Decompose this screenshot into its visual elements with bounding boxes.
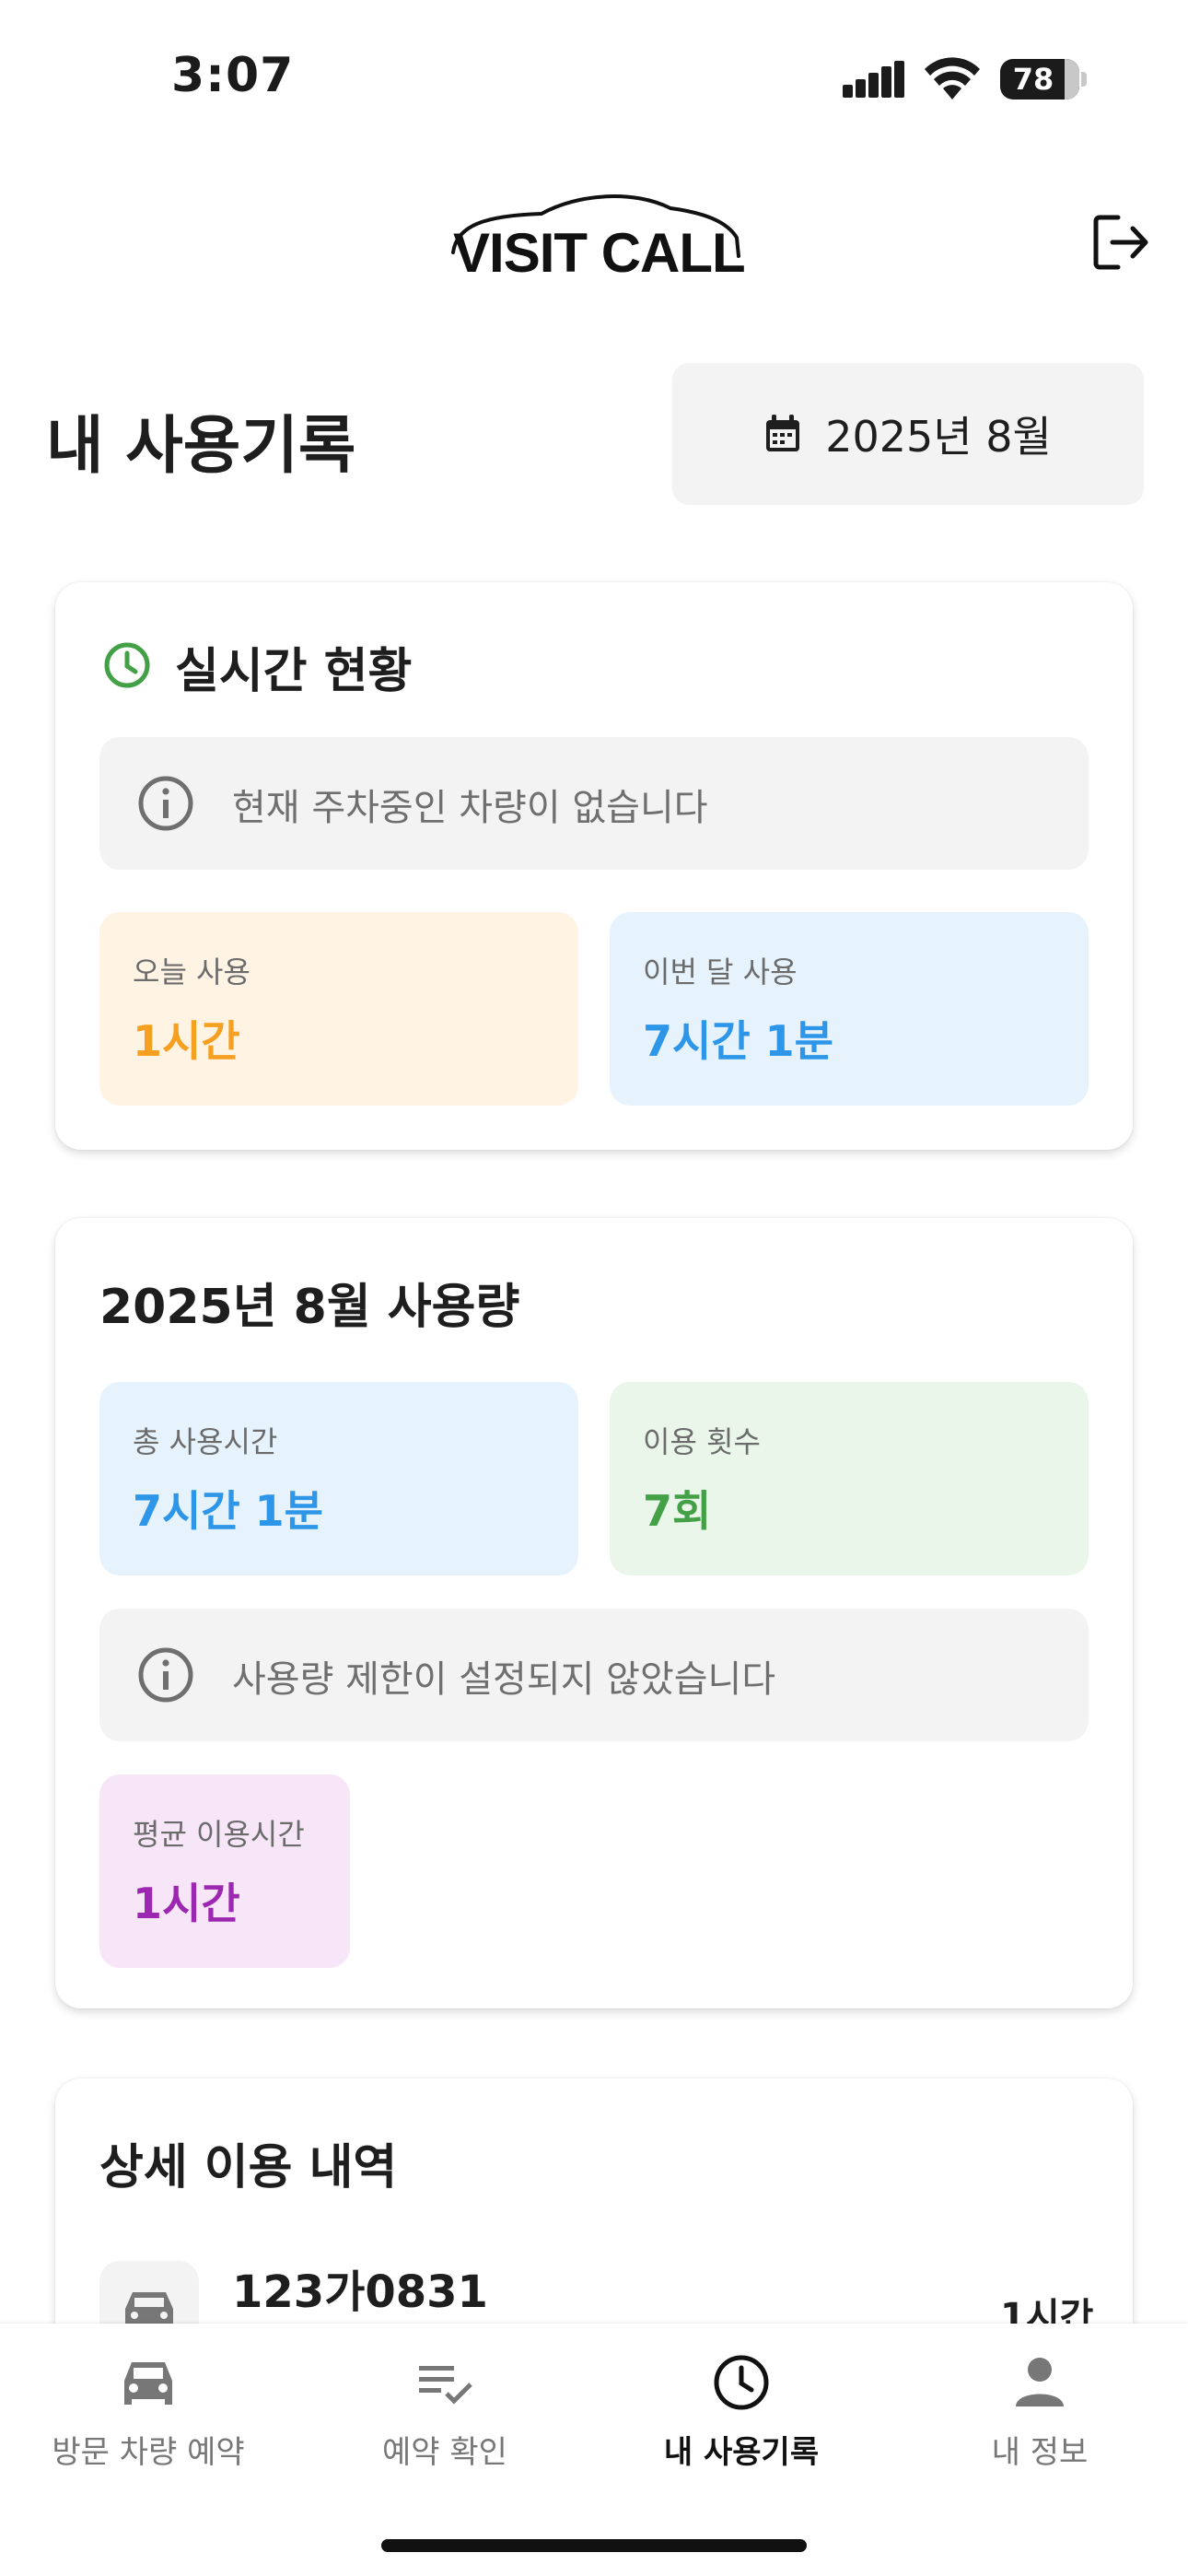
average-time-value: 1시간 [133, 1879, 240, 1928]
total-time-stat: 총 사용시간 7시간 1분 [99, 1382, 578, 1575]
person-icon [1016, 2358, 1064, 2406]
calendar-icon [766, 415, 800, 451]
clock-icon [104, 642, 150, 688]
realtime-title: 실시간 현황 [175, 644, 413, 699]
nav-tab-reservation-check[interactable]: 예약 확인 [297, 2353, 593, 2472]
limit-notice-text: 사용량 제한이 설정되지 않았습니다 [232, 1658, 776, 1701]
bottom-navigation: 방문 차량 예약 예약 확인 내 사용기록 내 정보 [0, 2324, 1188, 2576]
month-selector-button[interactable]: 2025년 8월 [672, 363, 1144, 505]
month-selector-label: 2025년 8월 [825, 412, 1052, 462]
battery-cap [1081, 72, 1087, 87]
wifi-icon [925, 57, 980, 100]
usage-count-label: 이용 횟수 [643, 1424, 761, 1459]
realtime-status-card: 실시간 현황 현재 주차중인 차량이 없습니다 오늘 사용 1시간 이번 달 사… [55, 582, 1133, 1150]
battery-indicator: 78 [1000, 59, 1079, 100]
battery-level: 78 [1012, 62, 1054, 97]
usage-detail-title: 상세 이용 내역 [99, 2140, 398, 2195]
app-logo: VISIT CALL [453, 222, 746, 284]
usage-count-value: 7회 [643, 1486, 712, 1536]
checklist-icon [419, 2366, 472, 2405]
limit-notice: 사용량 제한이 설정되지 않았습니다 [99, 1609, 1089, 1741]
nav-label: 내 사용기록 [663, 2434, 820, 2471]
average-time-label: 평균 이용시간 [133, 1817, 305, 1852]
status-time: 3:07 [171, 48, 295, 103]
list-item-plate[interactable]: 123가0831 [232, 2255, 488, 2320]
usage-count-stat: 이용 횟수 7회 [610, 1382, 1089, 1575]
logout-icon[interactable] [1092, 214, 1151, 271]
car-icon [124, 2362, 172, 2405]
monthly-usage-title: 2025년 8월 사용량 [99, 1280, 520, 1335]
month-usage-stat: 이번 달 사용 7시간 1분 [610, 912, 1089, 1106]
nav-tab-usage-history[interactable]: 내 사용기록 [593, 2353, 890, 2472]
parking-notice-text: 현재 주차중인 차량이 없습니다 [232, 787, 708, 829]
monthly-usage-card: 2025년 8월 사용량 총 사용시간 7시간 1분 이용 횟수 7회 사용량 … [55, 1218, 1133, 2008]
today-usage-label: 오늘 사용 [133, 954, 250, 989]
nav-tab-visit-reservation[interactable]: 방문 차량 예약 [0, 2353, 297, 2472]
month-usage-value: 7시간 1분 [643, 1016, 833, 1066]
today-usage-stat: 오늘 사용 1시간 [99, 912, 578, 1106]
nav-label: 방문 차량 예약 [52, 2434, 245, 2471]
clock-icon [714, 2355, 769, 2410]
cellular-signal-icon [843, 61, 904, 98]
total-time-value: 7시간 1분 [133, 1486, 323, 1536]
info-icon [138, 1647, 193, 1703]
nav-label: 내 정보 [991, 2434, 1089, 2471]
parking-notice: 현재 주차중인 차량이 없습니다 [99, 737, 1089, 870]
page-title: 내 사용기록 [46, 410, 356, 483]
nav-tab-my-info[interactable]: 내 정보 [891, 2353, 1188, 2472]
today-usage-value: 1시간 [133, 1016, 240, 1066]
nav-label: 예약 확인 [382, 2434, 507, 2471]
average-time-stat: 평균 이용시간 1시간 [99, 1774, 350, 1968]
info-icon [138, 776, 193, 831]
month-usage-label: 이번 달 사용 [643, 954, 798, 989]
home-indicator[interactable] [381, 2539, 807, 2552]
total-time-label: 총 사용시간 [133, 1424, 278, 1459]
